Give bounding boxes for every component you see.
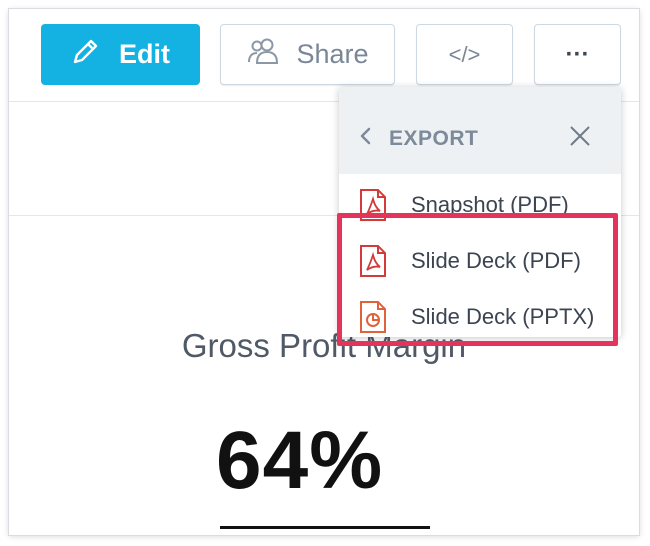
users-icon xyxy=(246,36,282,73)
pencil-icon xyxy=(71,36,101,73)
share-button-label: Share xyxy=(296,39,369,69)
share-button[interactable]: Share xyxy=(220,24,395,85)
kpi-underline xyxy=(220,526,430,529)
highlight-annotation xyxy=(337,213,618,346)
code-icon: </> xyxy=(448,41,481,67)
export-menu-header: EXPORT xyxy=(339,87,621,174)
embed-button[interactable]: </> xyxy=(416,24,513,85)
more-options-button[interactable]: ··· xyxy=(534,24,621,85)
close-icon[interactable] xyxy=(569,125,591,152)
chevron-left-icon[interactable] xyxy=(359,126,373,151)
edit-button-label: Edit xyxy=(119,39,170,69)
kpi-value: 64% xyxy=(216,415,384,506)
export-menu-title: EXPORT xyxy=(389,127,479,150)
more-icon: ··· xyxy=(565,40,590,68)
edit-button[interactable]: Edit xyxy=(41,24,200,85)
